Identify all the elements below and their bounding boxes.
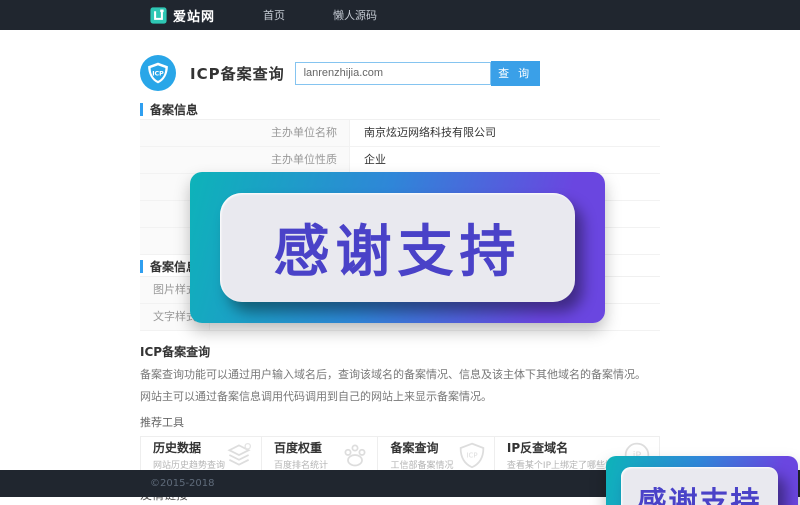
- about-title: ICP备案查询: [140, 343, 660, 360]
- top-navbar: 爱站网 首页 懒人源码: [0, 0, 800, 30]
- accent-bar: [140, 103, 143, 116]
- table-row: 主办单位名称 南京炫迈网络科技有限公司: [140, 120, 660, 147]
- beian-info-header: 备案信息: [140, 102, 660, 116]
- beian-info-title: 备案信息: [150, 101, 198, 118]
- tool-title: IP反查域名: [507, 439, 623, 456]
- tool-text: 备案查询 工信部备案情况: [390, 439, 453, 471]
- row-value: 南京炫迈网络科技有限公司: [350, 120, 660, 146]
- tool-text: 历史数据 网站历史趋势查询: [153, 439, 225, 471]
- page-title: ICP备案查询: [190, 63, 285, 84]
- query-header: ICP ICP备案查询 查 询: [140, 54, 660, 92]
- paw-icon: [341, 441, 369, 469]
- about-line-2: 网站主可以通过备案信息调用代码调用到自己的网站上来显示备案情况。: [140, 388, 660, 404]
- page: 爱站网 首页 懒人源码 ICP ICP备案查询 查 询 备案信息 主办单位名称: [0, 0, 800, 505]
- nav-item-home[interactable]: 首页: [263, 7, 285, 23]
- icp-badge-icon: ICP: [140, 55, 176, 91]
- tool-text: 百度权重 百度排名统计: [274, 439, 328, 471]
- watermark-card: 感谢支持: [220, 193, 575, 302]
- aizhan-logo-icon: [150, 7, 167, 24]
- row-label: 主办单位名称: [140, 120, 350, 146]
- accent-bar: [140, 260, 143, 273]
- tools-title: 推荐工具: [140, 414, 660, 430]
- svg-text:ICP: ICP: [466, 452, 477, 460]
- tool-card-history[interactable]: 历史数据 网站历史趋势查询: [141, 437, 261, 473]
- svg-text:ICP: ICP: [152, 70, 164, 77]
- tool-card-beian-query[interactable]: 备案查询 工信部备案情况 ICP: [377, 437, 493, 473]
- domain-input[interactable]: [295, 62, 491, 85]
- row-value: 企业: [350, 147, 660, 173]
- tool-card-baidu-weight[interactable]: 百度权重 百度排名统计: [261, 437, 377, 473]
- tools-row: 历史数据 网站历史趋势查询 百度权重 百度排名统计: [140, 436, 660, 474]
- watermark-text: 感谢支持: [637, 479, 761, 505]
- icp-shield-icon: ICP: [458, 441, 486, 469]
- table-row: 主办单位性质 企业: [140, 147, 660, 174]
- brand-logo[interactable]: 爱站网: [150, 6, 215, 25]
- query-button[interactable]: 查 询: [491, 61, 540, 86]
- nav-item-lanren[interactable]: 懒人源码: [333, 7, 377, 23]
- tool-title: 备案查询: [390, 439, 453, 456]
- watermark-text: 感谢支持: [274, 207, 522, 288]
- tool-title: 百度权重: [274, 439, 328, 456]
- tool-title: 历史数据: [153, 439, 225, 456]
- watermark-overlay-small: 感谢支持: [606, 456, 798, 505]
- watermark-card: 感谢支持: [621, 467, 778, 505]
- about-section: ICP备案查询 备案查询功能可以通过用户输入域名后，查询该域名的备案情况、信息及…: [140, 339, 660, 404]
- copyright-text: ©2015-2018: [150, 478, 215, 489]
- about-line-1: 备案查询功能可以通过用户输入域名后，查询该域名的备案情况、信息及该主体下其他域名…: [140, 366, 660, 382]
- watermark-overlay-large: 感谢支持: [190, 172, 605, 323]
- brand-name: 爱站网: [173, 6, 215, 25]
- layers-icon: [225, 441, 253, 469]
- row-label: 主办单位性质: [140, 147, 350, 173]
